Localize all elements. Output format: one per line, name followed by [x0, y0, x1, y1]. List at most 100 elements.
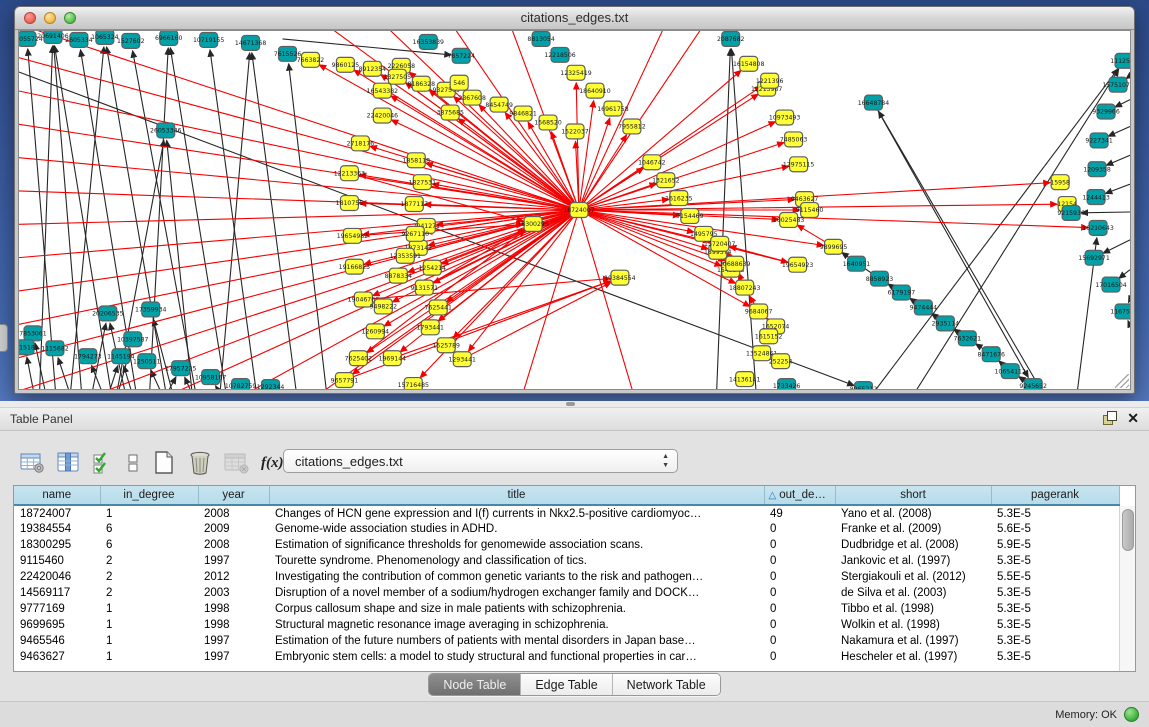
cell-short[interactable]: Franke et al. (2009) [835, 521, 991, 537]
cell-short[interactable]: Tibbo et al. (1998) [835, 601, 991, 617]
citation-node-teal[interactable]: 16648784 [858, 95, 889, 110]
citation-node-yellow[interactable]: 7955812 [618, 119, 646, 134]
column-header-in-degree[interactable]: in_degree [100, 486, 198, 505]
citation-node-yellow[interactable]: 10025483 [773, 212, 804, 227]
cell-in_degree[interactable]: 2 [100, 553, 198, 569]
citation-node-teal[interactable]: 8858923 [866, 271, 894, 286]
cell-pagerank[interactable]: 5.3E-5 [991, 585, 1119, 601]
cell-title[interactable]: Estimation of significance thresholds fo… [269, 537, 764, 553]
cell-title[interactable]: Investigating the contribution of common… [269, 569, 764, 585]
citation-node-teal[interactable]: 8965212 [850, 382, 878, 390]
cell-out_degree[interactable]: 0 [764, 537, 835, 553]
column-header-short[interactable]: short [835, 486, 991, 505]
citation-node-yellow[interactable]: 1858118 [403, 153, 431, 168]
cell-out_degree[interactable]: 0 [764, 649, 835, 665]
close-panel-icon[interactable]: ✕ [1127, 411, 1139, 425]
cell-pagerank[interactable]: 5.3E-5 [991, 633, 1119, 649]
cell-name[interactable]: 9699695 [14, 617, 100, 633]
table-settings-icon[interactable] [20, 451, 46, 475]
citation-node-teal[interactable]: 1244413 [1082, 190, 1110, 205]
cell-out_degree[interactable]: 0 [764, 633, 835, 649]
citation-edge-black[interactable] [153, 319, 176, 390]
cell-title[interactable]: Genome-wide association studies in ADHD. [269, 521, 764, 537]
citation-node-teal[interactable]: 2087682 [717, 31, 745, 46]
cell-pagerank[interactable]: 5.5E-5 [991, 569, 1119, 585]
cell-in_degree[interactable]: 6 [100, 537, 198, 553]
resize-grip-icon[interactable] [1115, 374, 1129, 388]
citation-node-yellow[interactable]: 12325419 [560, 65, 591, 80]
cell-year[interactable]: 2009 [198, 521, 269, 537]
cell-year[interactable]: 2008 [198, 537, 269, 553]
citation-edge-black[interactable] [159, 377, 176, 390]
vertical-scrollbar[interactable] [1119, 506, 1135, 671]
citation-edge-black[interactable] [55, 46, 114, 390]
cell-short[interactable]: Jankovic et al. (1997) [835, 553, 991, 569]
scrollbar-thumb[interactable] [1122, 509, 1134, 551]
cell-title[interactable]: Corpus callosum shape and size in male p… [269, 601, 764, 617]
cell-short[interactable]: Dudbridge et al. (2008) [835, 537, 991, 553]
table-row[interactable]: 977716911998Corpus callosum shape and si… [14, 601, 1119, 617]
tab-edge-table[interactable]: Edge Table [520, 674, 611, 695]
citation-node-teal[interactable]: 6966160 [155, 31, 183, 45]
table-selector[interactable]: citations_edges.txt ▲▼ [283, 449, 678, 473]
splitter-handle-icon[interactable] [566, 402, 575, 406]
citation-node-teal[interactable]: 7632621 [954, 331, 982, 346]
cell-short[interactable]: Hescheler et al. (1997) [835, 649, 991, 665]
citation-edge-black[interactable] [1119, 270, 1130, 279]
cell-pagerank[interactable]: 5.3E-5 [991, 505, 1119, 521]
citation-node-teal[interactable]: 1527602 [117, 33, 145, 48]
citation-node-yellow[interactable]: 15958 [1050, 175, 1070, 190]
column-header-title[interactable]: title [269, 486, 764, 505]
citation-node-teal[interactable]: 16210643 [1082, 220, 1113, 235]
cell-short[interactable]: de Silva et al. (2003) [835, 585, 991, 601]
citation-node-teal[interactable]: 2605334 [65, 32, 93, 47]
citation-edge-black[interactable] [1103, 240, 1130, 253]
citation-node-yellow[interactable]: 9657791 [331, 373, 359, 388]
citation-node-yellow[interactable]: 8186328 [408, 76, 436, 91]
citation-node-teal[interactable]: 6179197 [888, 285, 916, 300]
select-all-icon[interactable] [92, 451, 114, 475]
cell-name[interactable]: 18724007 [14, 505, 100, 521]
citation-edge-black[interactable] [92, 365, 109, 390]
citation-edge-black[interactable] [1106, 155, 1130, 165]
cell-title[interactable]: Estimation of the future numbers of pati… [269, 633, 764, 649]
citation-node-teal[interactable]: 8471676 [978, 347, 1006, 362]
citation-node-yellow[interactable]: 16154808 [733, 56, 764, 71]
cell-out_degree[interactable]: 0 [764, 553, 835, 569]
cell-year[interactable]: 2003 [198, 585, 269, 601]
cell-pagerank[interactable]: 5.3E-5 [991, 649, 1119, 665]
cell-out_degree[interactable]: 0 [764, 521, 835, 537]
cell-in_degree[interactable]: 1 [100, 617, 198, 633]
cell-pagerank[interactable]: 5.6E-5 [991, 521, 1119, 537]
table-row[interactable]: 969969511998Structural magnetic resonanc… [14, 617, 1119, 633]
citation-edge-black[interactable] [731, 49, 757, 390]
cell-name[interactable]: 9777169 [14, 601, 100, 617]
citation-node-teal[interactable]: 10782759 [225, 379, 256, 390]
panel-collapse-handle[interactable] [0, 324, 8, 352]
tab-network-table[interactable]: Network Table [612, 674, 720, 695]
citation-node-teal[interactable]: 3915181 [19, 340, 39, 355]
citation-node-teal[interactable]: 7857224 [447, 48, 475, 63]
cell-pagerank[interactable]: 5.9E-5 [991, 537, 1119, 553]
citation-node-yellow[interactable]: 19654923 [782, 257, 813, 272]
table-row[interactable]: 1456911722003Disruption of a novel membe… [14, 585, 1119, 601]
cell-in_degree[interactable]: 2 [100, 585, 198, 601]
cell-name[interactable]: 19384554 [14, 521, 100, 537]
cell-in_degree[interactable]: 2 [100, 569, 198, 585]
citation-node-yellow[interactable]: 546 [450, 75, 468, 90]
citation-node-teal[interactable]: 1112543 [1110, 53, 1131, 68]
panel-splitter[interactable] [0, 401, 1149, 408]
cell-year[interactable]: 1998 [198, 601, 269, 617]
citation-node-teal[interactable]: 16353839 [413, 34, 444, 49]
cell-name[interactable]: 22420046 [14, 569, 100, 585]
network-canvas[interactable]: 1872400718300295193845547663822986012589… [18, 30, 1131, 390]
cell-in_degree[interactable]: 6 [100, 521, 198, 537]
cell-short[interactable]: Stergiakouli et al. (2012) [835, 569, 991, 585]
cell-short[interactable]: Nakamura et al. (1997) [835, 633, 991, 649]
window-titlebar[interactable]: citations_edges.txt [15, 7, 1134, 30]
citation-edge-black[interactable] [104, 366, 118, 390]
cell-in_degree[interactable]: 1 [100, 505, 198, 521]
citation-node-teal[interactable]: 17016504 [1095, 277, 1126, 292]
cell-title[interactable]: Disruption of a novel member of a sodium… [269, 585, 764, 601]
unselect-all-icon[interactable] [125, 451, 141, 475]
